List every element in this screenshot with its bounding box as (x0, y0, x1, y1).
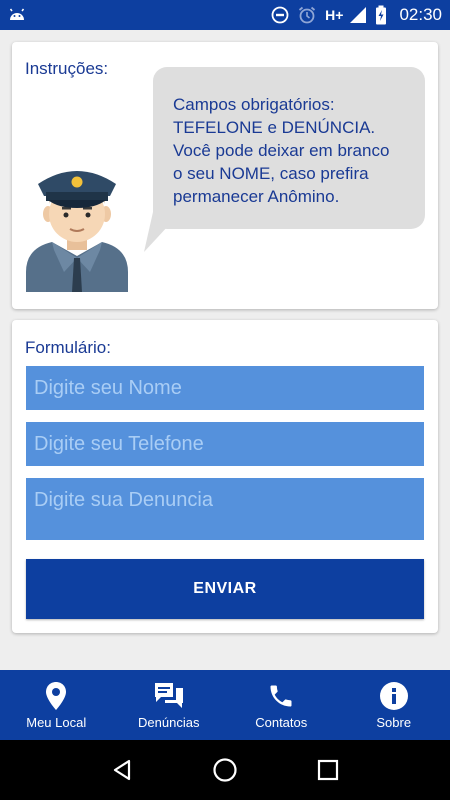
nav-item-contatos[interactable]: Contatos (225, 670, 338, 740)
location-pin-icon (45, 680, 67, 712)
home-circle-icon (213, 758, 237, 782)
status-time: 02:30 (399, 5, 442, 24)
instruction-line: Campos obrigatórios: (173, 95, 335, 114)
info-icon (379, 680, 409, 712)
system-navigation-bar (0, 740, 450, 800)
do-not-disturb-icon (271, 6, 289, 24)
nav-label: Sobre (376, 715, 412, 730)
instruction-line: Você pode deixar em branco (173, 141, 390, 160)
instruction-line: o seu NOME, caso prefira (173, 164, 369, 183)
back-triangle-icon (113, 759, 130, 781)
back-button[interactable] (102, 750, 142, 790)
nav-label: Meu Local (26, 715, 87, 730)
battery-charging-icon (375, 5, 387, 25)
nav-label: Denúncias (138, 715, 200, 730)
nav-item-sobre[interactable]: Sobre (338, 670, 450, 740)
form-card: Formulário: ENVIAR (12, 320, 438, 633)
instruction-line: permanecer Anômino. (173, 187, 340, 206)
recents-button[interactable] (308, 750, 348, 790)
instructions-label: Instruções: (25, 59, 109, 78)
status-bar: H+ 02:30 (0, 0, 450, 30)
signal-icon (349, 6, 367, 24)
home-button[interactable] (205, 750, 245, 790)
phone-input[interactable] (26, 422, 424, 466)
send-button[interactable]: ENVIAR (26, 559, 424, 619)
network-type: H+ (325, 7, 344, 23)
police-officer-icon (26, 171, 128, 292)
phone-icon (267, 680, 295, 712)
chat-bubbles-icon (153, 680, 185, 712)
bottom-navigation: Meu Local Denúncias Contatos Sobre (0, 670, 450, 740)
name-input[interactable] (26, 366, 424, 410)
nav-item-meu-local[interactable]: Meu Local (0, 670, 113, 740)
complaint-input[interactable] (26, 478, 424, 540)
form-label: Formulário: (25, 338, 111, 357)
instruction-line: TEFELONE e DENÚNCIA. (173, 118, 376, 137)
instructions-bubble: Campos obrigatórios: TEFELONE e DENÚNCIA… (153, 67, 425, 229)
android-icon (8, 7, 26, 23)
recents-square-icon (318, 759, 339, 781)
alarm-icon (297, 5, 317, 25)
instructions-card: Instruções: Campos obrigatórios: TEFELON… (12, 42, 438, 309)
nav-label: Contatos (255, 715, 308, 730)
nav-item-denuncias[interactable]: Denúncias (113, 670, 226, 740)
